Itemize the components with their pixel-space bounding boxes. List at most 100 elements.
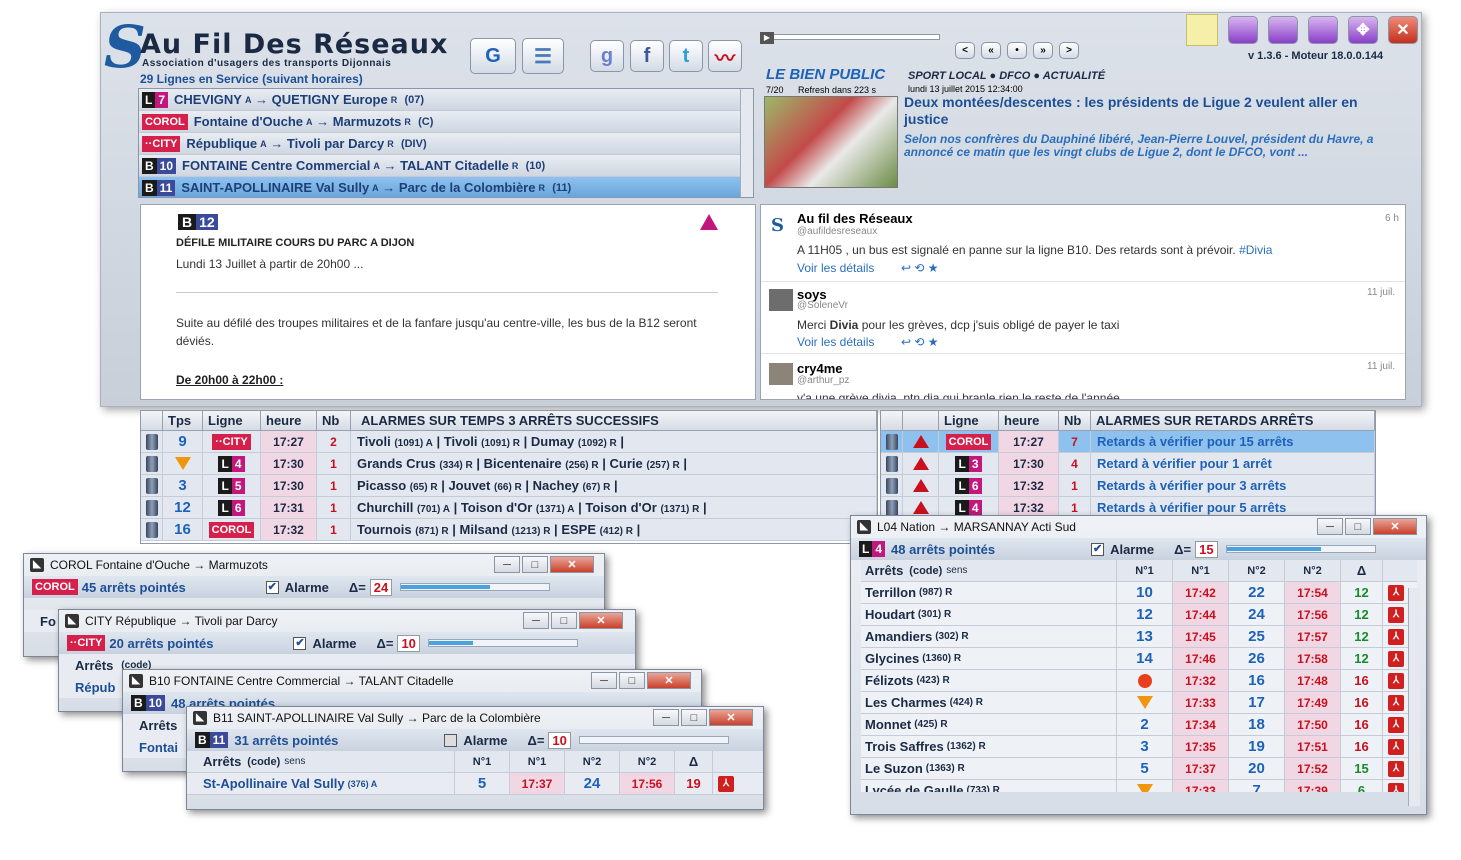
stop-name[interactable]: Fo bbox=[40, 614, 56, 629]
bin-icon[interactable] bbox=[885, 455, 898, 472]
lines-scrollbar[interactable] bbox=[740, 89, 753, 197]
pdf-icon[interactable]: ⅄ bbox=[1383, 692, 1409, 713]
stop-row[interactable]: Le Suzon (1363) R 5 17:37 20 17:52 15 ⅄ bbox=[861, 758, 1417, 780]
maximize-button[interactable]: □ bbox=[1345, 518, 1371, 535]
alarm-row[interactable]: 3 L 5 17:30 1 Picasso (65) R | Jouvet (66) R … bbox=[141, 475, 877, 497]
alarm-checkbox[interactable] bbox=[444, 733, 458, 747]
pdf-icon[interactable]: ⅄ bbox=[1383, 780, 1409, 792]
alarm-row[interactable]: 12 L 6 17:31 1 Churchill (701) A | Toison d'O… bbox=[141, 497, 877, 519]
play-icon[interactable]: ▶ bbox=[760, 32, 774, 44]
alarm-checkbox[interactable]: ✔ bbox=[1091, 542, 1105, 556]
pdf-icon[interactable]: ⅄ bbox=[1383, 604, 1409, 625]
minimize-button[interactable]: ─ bbox=[591, 672, 617, 689]
next-news-button[interactable]: > bbox=[1059, 42, 1079, 59]
pdf-icon[interactable]: ⅄ bbox=[1383, 758, 1409, 779]
delta-slider[interactable] bbox=[1225, 545, 1376, 553]
stack1-icon[interactable] bbox=[1228, 16, 1258, 44]
col-header[interactable]: N°2 bbox=[1285, 560, 1341, 581]
pdf-icon[interactable]: ⅄ bbox=[1383, 714, 1409, 735]
bin-icon[interactable] bbox=[145, 499, 158, 516]
last-news-button[interactable]: » bbox=[1033, 42, 1053, 59]
col-header[interactable]: Ligne bbox=[203, 411, 261, 430]
minimize-button[interactable]: ─ bbox=[523, 612, 549, 629]
col-header[interactable]: heure bbox=[999, 411, 1059, 430]
tweet-author[interactable]: Au fil des Réseaux bbox=[797, 211, 913, 226]
col-header[interactable]: Nb bbox=[317, 411, 351, 430]
alarm-row[interactable]: 9 ··CITY 17:27 2 Tivoli (1091) A | Tivoli (1… bbox=[141, 431, 877, 453]
delta-input[interactable]: 10 bbox=[397, 634, 420, 652]
line-row[interactable]: ··CITY République A → Tivoli par Darcy R (… bbox=[139, 133, 753, 155]
close-button[interactable]: ✕ bbox=[579, 612, 623, 629]
minimize-button[interactable]: ─ bbox=[653, 709, 679, 726]
tweet-author[interactable]: cry4me bbox=[797, 361, 843, 376]
stop-row[interactable]: Amandiers (302) R 13 17:45 25 17:57 12 ⅄ bbox=[861, 626, 1417, 648]
col-header[interactable]: Arrêts (code) sens bbox=[187, 751, 455, 772]
alarm-row[interactable]: L 4 17:30 1 Grands Crus (334) R | Bicentenai… bbox=[141, 453, 877, 475]
delta-input[interactable]: 10 bbox=[548, 731, 571, 749]
stack2-icon[interactable] bbox=[1268, 16, 1298, 44]
col-header[interactable]: N°2 bbox=[1229, 560, 1285, 581]
stop-row[interactable]: Terrillon (987) R 10 17:42 22 17:54 12 ⅄ bbox=[861, 582, 1417, 604]
stop-row[interactable]: Glycines (1360) R 14 17:46 26 17:58 12 ⅄ bbox=[861, 648, 1417, 670]
bin-icon[interactable] bbox=[145, 433, 158, 450]
col-header[interactable]: N°2 bbox=[620, 751, 675, 772]
col-header[interactable]: heure bbox=[261, 411, 317, 430]
maximize-button[interactable]: □ bbox=[619, 672, 645, 689]
col-header[interactable]: Tps bbox=[163, 411, 203, 430]
maximize-button[interactable]: □ bbox=[681, 709, 707, 726]
col-header[interactable]: Ligne bbox=[939, 411, 999, 430]
move-icon[interactable]: ✥ bbox=[1348, 16, 1378, 44]
close-button[interactable]: ✕ bbox=[709, 709, 753, 726]
close-button[interactable]: ✕ bbox=[647, 672, 691, 689]
list-icon[interactable]: ☰ bbox=[522, 38, 564, 74]
delta-slider[interactable] bbox=[427, 639, 578, 647]
stop-row[interactable]: Monnet (425) R 2 17:34 18 17:50 16 ⅄ bbox=[861, 714, 1417, 736]
col-header[interactable]: Δ bbox=[675, 751, 713, 772]
stop-row[interactable]: Lycée de Gaulle (733) R 17:33 7 17:39 6 ⅄ bbox=[861, 780, 1417, 792]
pdf-icon[interactable]: ⅄ bbox=[1383, 626, 1409, 647]
alarm-checkbox[interactable]: ✔ bbox=[293, 636, 307, 650]
line-row[interactable]: B 10 FONTAINE Centre Commercial A → TALANT… bbox=[139, 155, 753, 177]
news-image[interactable] bbox=[764, 96, 898, 188]
stop-name[interactable]: Fontai bbox=[139, 740, 178, 755]
col-header[interactable]: Nb bbox=[1059, 411, 1091, 430]
delta-slider[interactable] bbox=[400, 583, 551, 591]
bin-icon[interactable] bbox=[885, 499, 898, 516]
square-icon[interactable] bbox=[1308, 16, 1338, 44]
stop-row[interactable]: Houdart (301) R 12 17:44 24 17:56 12 ⅄ bbox=[861, 604, 1417, 626]
minimize-button[interactable]: ─ bbox=[494, 556, 520, 573]
bin-icon[interactable] bbox=[885, 477, 898, 494]
tweet-details-link[interactable]: Voir les détails bbox=[797, 335, 874, 349]
col-header[interactable]: N°1 bbox=[1117, 560, 1173, 581]
line-row[interactable]: B 11 SAINT-APOLLINAIRE Val Sully A → Parc … bbox=[139, 177, 753, 197]
stop-name[interactable]: Répub bbox=[75, 680, 115, 695]
refresh-g-icon[interactable]: G bbox=[470, 38, 516, 74]
bin-icon[interactable] bbox=[145, 455, 158, 472]
line-row[interactable]: L7 CHEVIGNY A → QUETIGNY Europe R (07) bbox=[139, 89, 753, 111]
col-header[interactable]: ALARMES SUR RETARDS ARRÊTS bbox=[1091, 411, 1375, 430]
pdf-icon[interactable]: ⅄ bbox=[713, 773, 739, 794]
note-icon[interactable] bbox=[1186, 14, 1218, 46]
pdf-icon[interactable]: ⅄ bbox=[1383, 736, 1409, 757]
tweet-details-link[interactable]: Voir les détails bbox=[797, 261, 874, 275]
first-news-button[interactable]: « bbox=[981, 42, 1001, 59]
col-header[interactable]: N°2 bbox=[565, 751, 620, 772]
current-news-button[interactable]: • bbox=[1007, 42, 1027, 59]
minimize-button[interactable]: ─ bbox=[1317, 518, 1343, 535]
stops-scrollbar[interactable] bbox=[1408, 588, 1420, 806]
bin-icon[interactable] bbox=[145, 477, 158, 494]
col-header[interactable]: N°1 bbox=[455, 751, 510, 772]
col-header[interactable]: ALARMES SUR TEMPS 3 ARRÊTS SUCCESSIFS bbox=[351, 411, 877, 430]
stops-row[interactable]: St-Apollinaire Val Sully (376) A 5 17:37 … bbox=[187, 773, 763, 795]
news-headline[interactable]: Deux montées/descentes : les présidents … bbox=[904, 94, 1384, 128]
prev-news-button[interactable]: < bbox=[955, 42, 975, 59]
google-icon[interactable]: g bbox=[590, 40, 624, 72]
col-header[interactable]: Δ bbox=[1341, 560, 1383, 581]
col-header[interactable]: Arrêts (code) sens bbox=[861, 560, 1117, 581]
col-header[interactable]: N°1 bbox=[1173, 560, 1229, 581]
delay-row[interactable]: L 3 17:30 4 Retard à vérifier pour 1 arrêt bbox=[881, 453, 1375, 475]
delay-row[interactable]: L 6 17:32 1 Retards à vérifier pour 3 arrêts bbox=[881, 475, 1375, 497]
bin-icon[interactable] bbox=[145, 521, 158, 538]
delay-row[interactable]: COROL 17:27 7 Retards à vérifier pour 15 ar… bbox=[881, 431, 1375, 453]
close-icon[interactable]: ✕ bbox=[1388, 16, 1418, 44]
